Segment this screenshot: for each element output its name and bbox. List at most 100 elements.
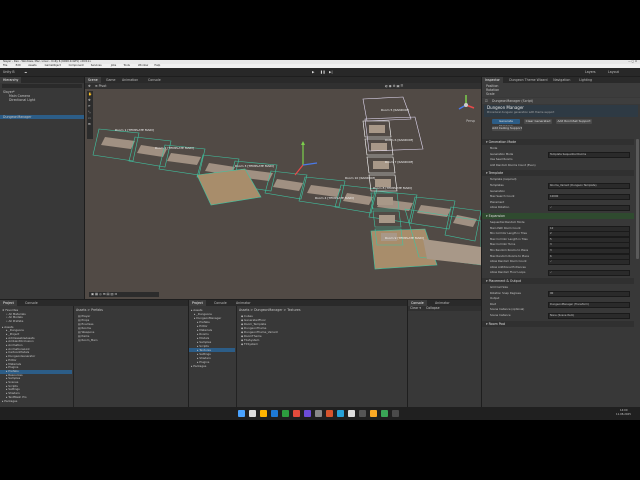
taskbar-app-icon[interactable] — [315, 410, 322, 417]
inspector-field-text: 10000 — [550, 195, 559, 199]
gizmo-x-axis — [294, 164, 304, 176]
inspector-field-text: ✓ — [550, 260, 553, 264]
room-label: Room 2 [TEMPLATE MAIN] — [155, 146, 194, 150]
project-panel: Project Console ★ Favorites • All Material… — [0, 300, 188, 420]
inspector-action-button[interactable]: Generate Dungeon — [492, 119, 520, 128]
step-button[interactable]: ▶| — [329, 70, 333, 74]
corridor-floor — [369, 125, 385, 133]
taskbar-app-icon[interactable] — [381, 410, 388, 417]
orientation-gizmo-icon[interactable] — [455, 93, 477, 119]
inspector-field-text: Rooms_Variant (Dungeon Template) — [550, 184, 597, 187]
main-toolbar: Unity B ☁ ▶ ❚❚ ▶| Layers Layout — [0, 68, 640, 76]
inspector-section-header[interactable]: ▾ Expansion — [482, 213, 634, 219]
gizmo-z-axis — [302, 162, 318, 166]
hierarchy-item[interactable]: DungeonManager — [0, 115, 84, 120]
inspector-section-header[interactable]: ▾ Template — [482, 170, 634, 177]
inspector-field-value[interactable]: Template Sequential Rooms — [548, 151, 630, 158]
component-checkbox[interactable]: ☑ — [485, 99, 488, 103]
favorites-item[interactable]: • All Prefabs — [6, 319, 23, 323]
taskbar-app-icon[interactable] — [282, 410, 289, 417]
inspector-section-header[interactable]: ▾ Room Pool — [482, 320, 634, 327]
inspector-field-label: Root — [490, 301, 497, 306]
project2-breadcrumb[interactable]: Assets > DungeonManager > Textures — [239, 308, 301, 312]
inspector-field-label: Placement — [490, 199, 505, 204]
hierarchy-search-input[interactable] — [2, 84, 82, 88]
tab-project[interactable]: Project — [189, 300, 206, 306]
taskbar-app-icon[interactable] — [326, 410, 333, 417]
play-button[interactable]: ▶ — [312, 70, 314, 74]
rect-tool-icon[interactable]: ▭ — [88, 116, 91, 120]
inspector-field-label: Max Random Rooms to Place — [490, 253, 529, 258]
taskbar-app-icon[interactable] — [260, 410, 267, 417]
pause-button[interactable]: ❚❚ — [320, 70, 325, 74]
taskbar-app-icon[interactable] — [304, 410, 311, 417]
inspector-field-value[interactable]: Rooms_Variant (Dungeon Template) — [548, 183, 630, 189]
inspector-field-text: 6 — [550, 254, 552, 258]
inspector-field-label: Allow Additional Entrances — [490, 264, 526, 269]
taskbar-app-icon[interactable] — [392, 410, 399, 417]
inspector-scrollbar[interactable] — [636, 139, 639, 259]
rotate-tool-icon[interactable]: ⟳ — [88, 104, 91, 108]
project2-folder-item[interactable]: ▸ Packages — [189, 364, 235, 368]
inspector-field-label: Allow Random Floor Loops — [490, 270, 526, 275]
inspector-field-value[interactable]: ✓ — [548, 259, 630, 266]
inspector-section-header[interactable]: ▾ Placement & Output — [482, 278, 634, 284]
layers-dropdown[interactable]: Layers — [585, 70, 596, 74]
taskbar-app-icon[interactable] — [249, 410, 256, 417]
inspector-action-button[interactable]: Add Ceiling Support — [492, 126, 522, 131]
inspector-field-label: Min Random Rooms to Place — [490, 248, 529, 252]
project-breadcrumb[interactable]: Assets > Prefabs — [76, 308, 103, 312]
tab-console[interactable]: Console — [22, 300, 41, 306]
project-folder-item[interactable]: ▸ Packages — [0, 399, 72, 404]
cloud-icon[interactable]: ☁ — [24, 70, 27, 74]
component-name: DungeonManager (Script) — [492, 99, 534, 103]
inspector-field-label: Grid Cell Size — [490, 285, 508, 289]
hand-tool-icon[interactable]: ✋ — [88, 92, 92, 96]
taskbar-app-icon[interactable] — [238, 410, 245, 417]
taskbar-app-icon[interactable] — [293, 410, 300, 417]
tab-hierarchy[interactable]: Hierarchy — [0, 77, 22, 83]
tool-handle-icon[interactable]: ✥ — [88, 84, 91, 88]
component-header[interactable]: ☑ DungeonManager (Script) — [482, 98, 640, 104]
project-file-item[interactable]: ▤ Room_Main — [78, 338, 98, 342]
taskbar-app-icon[interactable] — [370, 410, 377, 417]
manager-subtitle: Procedural dungeon generation with theme… — [487, 111, 555, 114]
inspector-action-button[interactable]: Clear Generated — [524, 119, 552, 124]
view-options[interactable]: ◐ ◉ ⚙ ▣ ☰ — [385, 84, 403, 88]
inspector-body: ▾ Generation Mode Mode Generation Mode Temp… — [482, 139, 634, 420]
taskbar-app-icon[interactable] — [348, 410, 355, 417]
transform-label-3: Scale — [486, 92, 495, 96]
inspector-field-value[interactable]: ✓ — [548, 205, 630, 212]
inspector-field-text: Template Sequential Rooms — [550, 152, 587, 156]
transform-tool-icon[interactable]: ⊞ — [88, 122, 91, 126]
inspector-field-value[interactable]: DungeonManager (Transform) — [548, 301, 630, 308]
inspector-field-label: Scene Instance — [490, 313, 511, 317]
pivot-dropdown[interactable]: ⊕ Pivot — [95, 84, 107, 88]
inspector-field-value[interactable]: 10000 — [548, 194, 630, 201]
inspector-field-value[interactable]: None (Scene Item) — [548, 313, 630, 319]
console-collapse-button[interactable]: Collapse — [426, 306, 440, 310]
inspector-field-value[interactable]: 90 — [548, 290, 630, 297]
inspector-field-text: 3 — [550, 243, 552, 247]
overlay-icons[interactable]: ▣ ▦ ◎ ⊞ ▤ ▧ ⊡ — [91, 292, 117, 296]
inspector-action-button[interactable]: Add RoomSet Support — [556, 119, 592, 124]
tab-project[interactable]: Project — [0, 300, 17, 306]
taskbar-app-icon[interactable] — [359, 410, 366, 417]
inspector-section-header[interactable]: ▾ Generation Mode — [482, 139, 634, 145]
inspector-field-text: ✓ — [550, 271, 553, 275]
inspector-field-label: Template (required) — [490, 177, 517, 182]
scene-viewport[interactable]: Room 1 [TEMPLATE MAIN] Room 2 [TEMPLATE M… — [85, 89, 481, 299]
account-dropdown[interactable]: Unity B — [3, 70, 15, 74]
console-clear-button[interactable]: Clear ▾ — [410, 306, 421, 310]
layout-dropdown[interactable]: Layout — [608, 70, 619, 74]
taskbar-app-icon[interactable] — [271, 410, 278, 417]
inspector-field-value[interactable]: ✓ — [548, 270, 630, 277]
inspector-field-label: Templates — [490, 183, 504, 187]
scale-tool-icon[interactable]: ⤡ — [88, 110, 91, 114]
move-tool-icon[interactable]: ✥ — [88, 98, 91, 102]
inspector-field-text: 3 — [550, 249, 552, 252]
tab-console[interactable]: Console — [211, 300, 230, 306]
room-floor — [273, 179, 303, 191]
taskbar-app-icon[interactable] — [337, 410, 344, 417]
project2-file-item[interactable]: ◆ FXSystem — [241, 342, 258, 346]
